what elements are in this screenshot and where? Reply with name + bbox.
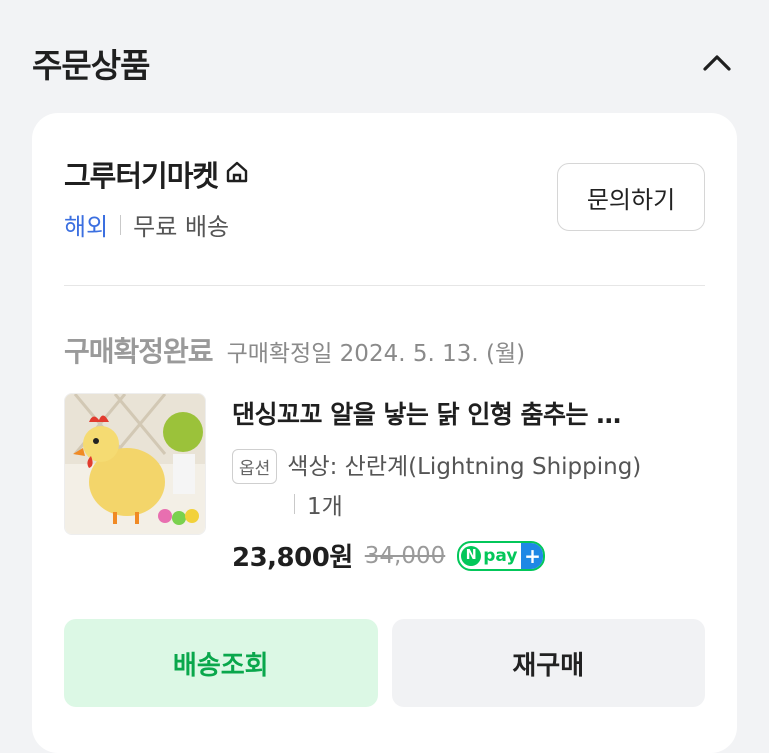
option-badge: 옵션 xyxy=(232,449,278,484)
divider xyxy=(120,214,122,235)
npay-label: pay xyxy=(483,545,518,566)
product-image[interactable] xyxy=(64,393,206,535)
track-delivery-button[interactable]: 배송조회 xyxy=(64,619,378,707)
chevron-up-icon[interactable] xyxy=(697,43,737,83)
status-label: 구매확정완료 xyxy=(64,335,214,368)
option-text: 색상: 산란계(Lightning Shipping) xyxy=(287,454,642,480)
quantity: 1개 xyxy=(307,494,343,520)
divider xyxy=(64,285,705,286)
price: 23,800원 xyxy=(232,543,353,573)
product-info: 댄싱꼬꼬 알을 낳는 닭 인형 춤추는 … 옵션 색상: 산란계(Lightni… xyxy=(232,393,702,574)
plus-icon: + xyxy=(521,542,544,569)
confirm-date: 구매확정일 2024. 5. 13. (월) xyxy=(226,341,526,367)
seller-info: 그루터기마켓 해외 무료 배송 문의하기 xyxy=(64,153,705,243)
npay-plus-badge: N pay + xyxy=(457,540,546,571)
store-home-icon[interactable] xyxy=(224,159,250,189)
section-title: 주문상품 xyxy=(32,46,150,85)
order-card: 그루터기마켓 해외 무료 배송 문의하기 구매확정완료 구매확정일 2024. … xyxy=(32,113,737,753)
order-items-header: 주문상품 xyxy=(32,38,737,88)
naver-n-icon: N xyxy=(461,545,482,566)
repurchase-button[interactable]: 재구매 xyxy=(391,619,705,707)
overseas-label: 해외 xyxy=(64,213,109,241)
inquiry-button[interactable]: 문의하기 xyxy=(557,163,705,231)
shipping-label: 무료 배송 xyxy=(133,213,230,241)
order-status: 구매확정완료 구매확정일 2024. 5. 13. (월) xyxy=(64,330,525,370)
divider xyxy=(294,494,295,514)
original-price: 34,000 xyxy=(364,542,446,569)
seller-name[interactable]: 그루터기마켓 xyxy=(64,153,219,195)
action-buttons: 배송조회 재구매 xyxy=(64,619,705,707)
product-name[interactable]: 댄싱꼬꼬 알을 낳는 닭 인형 춤추는 … xyxy=(232,395,702,431)
